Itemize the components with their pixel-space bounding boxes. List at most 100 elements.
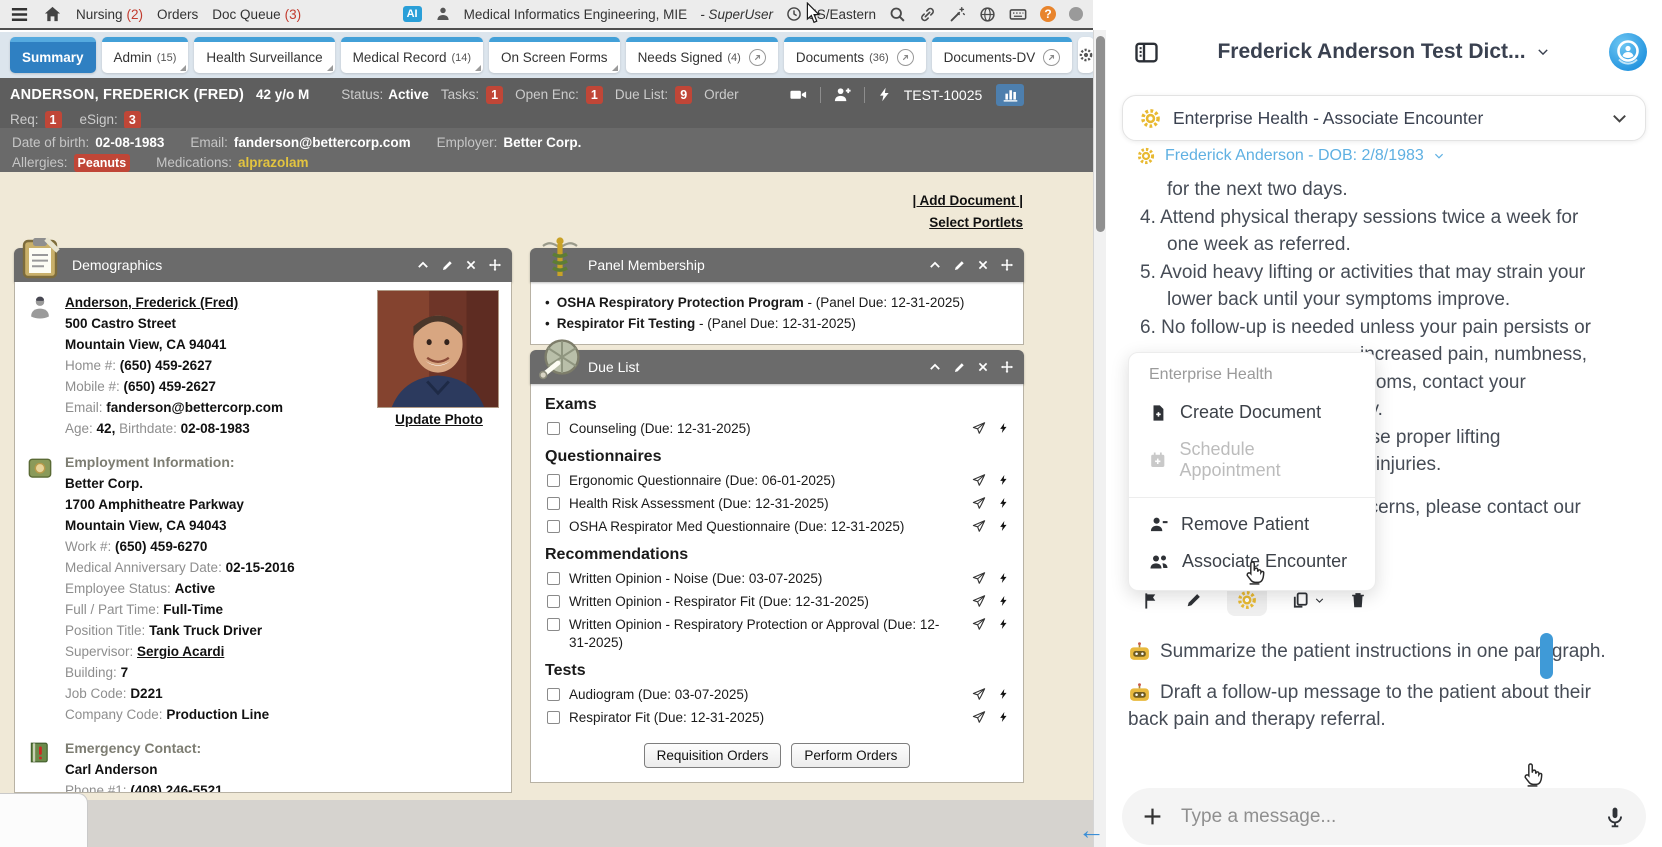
tab-health-surveillance[interactable]: Health Surveillance — [194, 37, 335, 73]
tab-needs-signed[interactable]: Needs Signed (4) — [625, 37, 778, 73]
paper-plane-icon[interactable] — [972, 496, 986, 510]
nav-nursing[interactable]: Nursing (2) — [76, 7, 143, 22]
delete-button[interactable] — [1349, 591, 1367, 609]
suggestion-chip[interactable]: Draft a follow-up message to the patient… — [1128, 679, 1622, 734]
lightning-icon[interactable] — [998, 473, 1009, 487]
flag-button[interactable] — [1142, 591, 1161, 610]
requisition-orders-button[interactable]: Requisition Orders — [643, 743, 782, 768]
checkbox[interactable] — [547, 497, 560, 510]
move-icon[interactable] — [1000, 258, 1014, 272]
collapse-icon[interactable] — [416, 258, 430, 272]
edit-icon[interactable] — [953, 259, 966, 272]
tab-medical-record[interactable]: Medical Record (14) — [340, 37, 484, 73]
tasks-badge[interactable]: 1 — [486, 85, 504, 104]
left-scrollbar-thumb[interactable] — [1096, 36, 1105, 232]
encounter-card[interactable]: Enterprise Health - Associate Encounter — [1122, 95, 1646, 141]
chat-input[interactable] — [1181, 805, 1586, 828]
hamburger-menu-icon[interactable] — [10, 5, 29, 24]
left-scrollbar-track[interactable] — [1093, 30, 1106, 847]
globe-icon[interactable] — [979, 6, 996, 23]
nav-orders[interactable]: Orders — [157, 7, 198, 22]
perform-orders-button[interactable]: Perform Orders — [791, 743, 911, 768]
tab-documents-dv[interactable]: Documents-DV — [931, 37, 1073, 73]
tab-on-screen-forms[interactable]: On Screen Forms — [489, 37, 620, 73]
lightning-icon[interactable] — [998, 496, 1009, 510]
open-enc-badge[interactable]: 1 — [585, 85, 603, 104]
esign-badge[interactable]: 3 — [123, 110, 141, 129]
assistant-patient-link[interactable]: Frederick Anderson - DOB: 2/8/1983 — [1136, 146, 1445, 166]
checkbox[interactable] — [547, 688, 560, 701]
popout-icon[interactable] — [748, 49, 766, 66]
panel-toggle-icon[interactable] — [1134, 40, 1159, 65]
demographics-header[interactable]: Demographics — [14, 248, 512, 282]
move-icon[interactable] — [488, 258, 502, 272]
close-icon[interactable] — [977, 361, 989, 373]
attach-plus-icon[interactable] — [1142, 806, 1163, 827]
menu-item-remove-patient[interactable]: Remove Patient — [1129, 506, 1375, 543]
lightning-icon[interactable] — [998, 617, 1009, 631]
video-camera-icon[interactable] — [789, 85, 808, 104]
checkbox[interactable] — [547, 711, 560, 724]
menu-item-schedule-appointment[interactable]: Schedule Appointment — [1129, 431, 1375, 489]
nav-doc-queue[interactable]: Doc Queue (3) — [212, 7, 301, 22]
home-icon[interactable] — [43, 5, 62, 24]
paper-plane-icon[interactable] — [972, 617, 986, 631]
lightning-icon[interactable] — [998, 594, 1009, 608]
checkbox[interactable] — [547, 572, 560, 585]
update-photo-link[interactable]: Update Photo — [395, 412, 483, 427]
panel-membership-header[interactable]: Panel Membership — [530, 248, 1024, 282]
tab-settings-gears[interactable] — [1078, 37, 1095, 73]
tab-documents[interactable]: Documents (36) — [783, 37, 926, 73]
mic-icon[interactable] — [1604, 806, 1626, 828]
paper-plane-icon[interactable] — [972, 519, 986, 533]
assistant-logo[interactable] — [1608, 32, 1648, 72]
search-icon[interactable] — [889, 6, 906, 23]
edit-button[interactable] — [1185, 591, 1203, 609]
lightning-icon[interactable] — [998, 687, 1009, 701]
paper-plane-icon[interactable] — [972, 473, 986, 487]
lightning-icon[interactable] — [998, 710, 1009, 724]
paper-plane-icon[interactable] — [972, 571, 986, 585]
popout-icon[interactable] — [1043, 49, 1061, 66]
add-document-link[interactable]: | Add Document | — [912, 193, 1023, 208]
menu-item-associate-encounter[interactable]: Associate Encounter — [1129, 543, 1375, 580]
edit-icon[interactable] — [441, 259, 454, 272]
lightning-icon[interactable] — [998, 571, 1009, 585]
supervisor-link[interactable]: Sergio Acardi — [137, 644, 224, 659]
tab-summary[interactable]: Summary — [10, 37, 96, 73]
add-user-icon[interactable] — [833, 85, 852, 104]
checkbox[interactable] — [547, 618, 560, 631]
conversation-title[interactable]: Frederick Anderson Test Dict... — [1159, 40, 1608, 64]
patient-name[interactable]: ANDERSON, FREDERICK (FRED) — [10, 87, 244, 103]
popout-icon[interactable] — [896, 49, 914, 66]
help-icon[interactable]: ? — [1040, 6, 1056, 22]
checkbox[interactable] — [547, 422, 560, 435]
collapse-icon[interactable] — [928, 360, 942, 374]
copy-button[interactable] — [1291, 591, 1325, 610]
move-icon[interactable] — [1000, 360, 1014, 374]
collapse-panel-arrow[interactable]: ← — [1078, 815, 1105, 846]
lightning-icon[interactable] — [877, 86, 892, 103]
paper-plane-icon[interactable] — [972, 594, 986, 608]
menu-item-create-document[interactable]: Create Document — [1129, 394, 1375, 431]
paper-plane-icon[interactable] — [972, 687, 986, 701]
medication-link[interactable]: alprazolam — [238, 155, 309, 170]
ai-badge[interactable]: AI — [402, 6, 422, 22]
select-portlets-link[interactable]: Select Portlets — [929, 215, 1023, 230]
due-list-badge[interactable]: 9 — [675, 85, 693, 104]
lightning-icon[interactable] — [998, 421, 1009, 435]
edit-icon[interactable] — [953, 361, 966, 374]
tab-admin[interactable]: Admin (15) — [101, 37, 189, 73]
paper-plane-icon[interactable] — [972, 421, 986, 435]
paper-plane-icon[interactable] — [972, 710, 986, 724]
allergy-badge[interactable]: Peanuts — [73, 153, 131, 172]
lightning-icon[interactable] — [998, 519, 1009, 533]
checkbox[interactable] — [547, 595, 560, 608]
order-link[interactable]: Order — [704, 87, 739, 102]
link-icon[interactable] — [919, 6, 936, 23]
checkbox[interactable] — [547, 520, 560, 533]
keyboard-icon[interactable] — [1009, 5, 1027, 23]
chat-scrollbar-thumb[interactable] — [1540, 633, 1553, 679]
req-badge[interactable]: 1 — [44, 110, 62, 129]
wand-icon[interactable] — [949, 6, 966, 23]
